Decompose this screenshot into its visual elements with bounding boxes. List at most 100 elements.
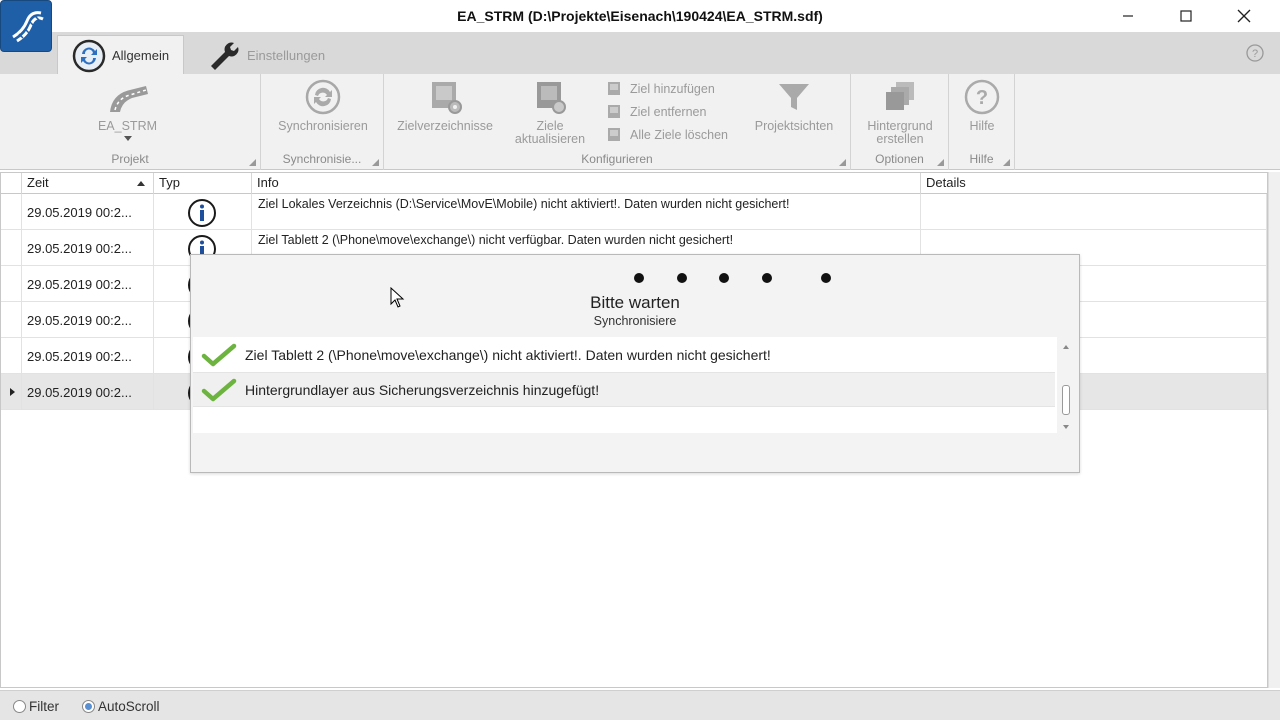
row-header[interactable]	[1, 338, 22, 374]
column-header-time-label: Zeit	[27, 175, 49, 190]
row-time: 29.05.2019 00:2...	[22, 302, 154, 338]
scrollbar-thumb[interactable]	[1062, 385, 1070, 415]
project-views-button[interactable]: Projektsichten	[744, 78, 844, 133]
row-info: Ziel Lokales Verzeichnis (D:\Service\Mov…	[252, 194, 921, 230]
loading-dot	[677, 273, 687, 283]
loading-dots-indicator	[191, 273, 1079, 285]
list-item-text: Ziel Tablett 2 (\Phone\move\exchange\) n…	[245, 346, 771, 363]
filter-radio[interactable]: Filter	[13, 699, 59, 714]
tab-einstellungen-label: Einstellungen	[247, 47, 326, 63]
column-header-info-label: Info	[257, 175, 279, 190]
scroll-down-icon[interactable]	[1057, 423, 1075, 431]
checkmark-icon	[201, 378, 237, 401]
project-views-label: Projektsichten	[754, 119, 834, 133]
ribbon-group-optionen: Hintergrund erstellen Optionen	[851, 74, 949, 170]
remove-target-icon	[608, 105, 620, 118]
status-bar: Filter AutoScroll	[0, 690, 1280, 720]
row-type	[154, 194, 252, 230]
row-header[interactable]	[1, 194, 22, 230]
folder-gear-icon	[423, 78, 467, 116]
group-launcher-icon[interactable]	[839, 159, 846, 166]
loading-dot	[719, 273, 729, 283]
list-item-text: Hintergrundlayer aus Sicherungsverzeichn…	[245, 381, 600, 398]
remove-target-label: Ziel entfernen	[630, 105, 707, 119]
row-time: 29.05.2019 00:2...	[22, 194, 154, 230]
sync-icon	[301, 78, 345, 116]
remove-target-button[interactable]: Ziel entfernen	[606, 104, 706, 120]
dialog-scrollbar[interactable]	[1057, 337, 1075, 433]
update-targets-label-2: aktualisieren	[514, 132, 586, 146]
loading-dot	[634, 273, 644, 283]
add-target-label: Ziel hinzufügen	[630, 82, 715, 96]
project-button-label: EA_STRM	[97, 119, 158, 133]
sync-icon	[72, 39, 106, 73]
column-header-type-label: Typ	[159, 175, 180, 190]
current-row-arrow-icon	[10, 388, 15, 396]
group-launcher-icon[interactable]	[249, 159, 256, 166]
create-background-button[interactable]: Hintergrund erstellen	[857, 78, 943, 146]
svg-text:?: ?	[976, 87, 988, 109]
scroll-up-icon[interactable]	[1057, 343, 1075, 351]
synchronize-label: Synchronisieren	[278, 119, 368, 133]
project-button[interactable]: EA_STRM	[90, 78, 165, 142]
row-header[interactable]	[1, 230, 22, 266]
app-logo-icon[interactable]	[0, 0, 52, 52]
dialog-title: Bitte warten	[590, 293, 680, 312]
ribbon-group-synchronisieren: Synchronisieren Synchronisie...	[261, 74, 384, 170]
group-label-projekt: Projekt	[111, 152, 149, 166]
minimize-button[interactable]	[1099, 0, 1157, 32]
maximize-button[interactable]	[1157, 0, 1215, 32]
grid-scrollbar[interactable]	[1268, 172, 1280, 688]
autoscroll-radio-dot	[82, 700, 95, 713]
refresh-targets-icon	[528, 78, 572, 116]
autoscroll-radio[interactable]: AutoScroll	[82, 699, 160, 714]
target-directories-button[interactable]: Zielverzeichnisse	[392, 78, 498, 133]
ribbon-group-hilfe: ? Hilfe Hilfe	[949, 74, 1015, 170]
target-directories-label: Zielverzeichnisse	[397, 119, 493, 133]
close-button[interactable]	[1215, 0, 1273, 32]
filter-radio-dot	[13, 700, 26, 713]
help-button[interactable]: ? Hilfe	[957, 78, 1007, 133]
row-header[interactable]	[1, 302, 22, 338]
update-targets-button[interactable]: Ziele aktualisieren	[504, 78, 596, 146]
add-target-icon	[608, 82, 620, 95]
chevron-down-icon	[123, 136, 132, 141]
list-item[interactable]: Hintergrundlayer aus Sicherungsverzeichn…	[193, 372, 1055, 407]
dialog-message-list[interactable]: Ziel Tablett 2 (\Phone\move\exchange\) n…	[193, 337, 1057, 433]
group-label-optionen: Optionen	[875, 152, 924, 166]
wait-dialog: Bitte warten Synchronisiere Ziel Tablett…	[190, 254, 1080, 473]
row-header[interactable]	[1, 374, 22, 410]
column-header-details-label: Details	[926, 175, 966, 190]
tab-allgemein[interactable]: Allgemein	[57, 35, 184, 75]
row-header[interactable]	[1, 266, 22, 302]
row-details	[921, 194, 1267, 230]
column-header-type[interactable]: Typ	[154, 173, 252, 194]
filter-radio-label: Filter	[29, 699, 59, 714]
ribbon-group-projekt: EA_STRM Projekt	[0, 74, 261, 170]
synchronize-button[interactable]: Synchronisieren	[271, 78, 375, 133]
column-header-info[interactable]: Info	[252, 173, 921, 194]
list-item[interactable]: Ziel Tablett 2 (\Phone\move\exchange\) n…	[193, 337, 1055, 372]
delete-all-targets-button[interactable]: Alle Ziele löschen	[606, 127, 728, 143]
group-launcher-icon[interactable]	[1003, 159, 1010, 166]
column-header-details[interactable]: Details	[921, 173, 1267, 194]
sort-ascending-icon	[137, 181, 145, 186]
row-time: 29.05.2019 00:2...	[22, 338, 154, 374]
dialog-subtitle: Synchronisiere	[593, 314, 677, 328]
table-row[interactable]: 29.05.2019 00:2... Ziel Lokales Verzeich…	[1, 194, 1267, 230]
add-target-button[interactable]: Ziel hinzufügen	[606, 81, 715, 97]
title-bar: EA_STRM (D:\Projekte\Eisenach\190424\EA_…	[0, 0, 1280, 32]
delete-all-targets-label: Alle Ziele löschen	[630, 128, 728, 142]
filter-icon	[772, 78, 816, 116]
wrench-icon	[207, 40, 241, 70]
svg-text:?: ?	[1252, 48, 1258, 60]
delete-all-targets-icon	[608, 128, 620, 141]
group-launcher-icon[interactable]	[937, 159, 944, 166]
tab-einstellungen[interactable]: Einstellungen	[193, 35, 343, 75]
group-launcher-icon[interactable]	[372, 159, 379, 166]
ribbon-tab-row: Allgemein Einstellungen ?	[0, 32, 1280, 75]
help-circle-icon[interactable]: ?	[1245, 43, 1265, 63]
checkmark-icon	[201, 343, 237, 366]
column-header-time[interactable]: Zeit	[22, 173, 154, 194]
loading-dot	[762, 273, 772, 283]
